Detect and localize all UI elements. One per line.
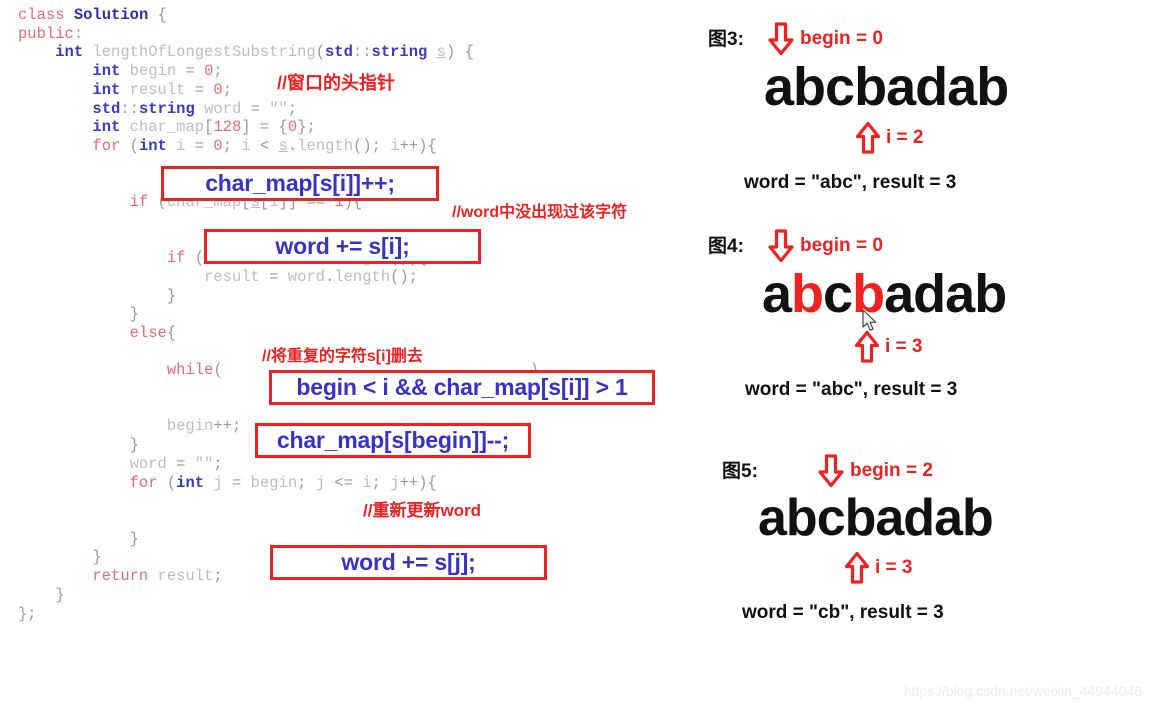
figure-5-label: 图5: — [722, 461, 758, 482]
arrow-up-icon — [856, 122, 880, 154]
figure-5-char-1: b — [785, 489, 818, 547]
figure-4-begin-pointer: begin = 0 — [768, 229, 883, 263]
figure-4-string: abcbadab — [762, 263, 1007, 325]
note-rebuild-word: //重新更新word — [363, 501, 482, 520]
figure-3-char-5: d — [915, 57, 948, 117]
figure-3-char-4: a — [886, 57, 916, 117]
figure-4-label: 图4: — [708, 236, 744, 257]
mouse-cursor-icon — [862, 309, 877, 331]
figure-4-char-5: d — [913, 264, 946, 324]
figure-3-begin-text: begin = 0 — [800, 28, 883, 49]
figure-3-i-text: i = 2 — [886, 127, 924, 148]
figure-3-char-7: b — [976, 57, 1009, 117]
highlight-char-map-decrement: char_map[s[begin]]--; — [255, 423, 531, 458]
highlight-while-condition: begin < i && char_map[s[i]] > 1 — [269, 370, 655, 405]
figure-5-string: abcbadab — [758, 488, 994, 548]
figure-5-char-3: b — [844, 489, 877, 547]
watermark: https://blog.csdn.net/weixin_44944046 — [903, 683, 1142, 699]
figure-3-label: 图3: — [708, 29, 744, 50]
figure-3-char-6: a — [947, 57, 977, 117]
figure-4-char-1: b — [791, 264, 824, 324]
figure-3-char-2: c — [825, 57, 855, 117]
figure-5-summary: word = "cb", result = 3 — [742, 602, 944, 623]
figure-3-summary: word = "abc", result = 3 — [744, 172, 957, 193]
arrow-down-icon — [818, 454, 844, 488]
figure-3-char-3: b — [854, 57, 887, 117]
figure-4-char-2: c — [823, 264, 853, 324]
figure-5-i-pointer: i = 3 — [845, 552, 913, 584]
figure-3-begin-pointer: begin = 0 — [768, 22, 883, 56]
figures-panel: 图3: begin = 0 abcbadab i = 2 word = "abc… — [700, 0, 1152, 709]
figure-3-string: abcbadab — [764, 56, 1009, 118]
figure-4-char-6: a — [945, 264, 975, 324]
figure-5-char-4: a — [875, 489, 904, 547]
figure-5: 图5: begin = 2 abcbadab i = 3 word = "cb"… — [700, 432, 1152, 652]
highlight-char-map-increment: char_map[s[i]]++; — [161, 166, 439, 201]
figure-5-char-7: b — [961, 489, 994, 547]
figure-3: 图3: begin = 0 abcbadab i = 2 word = "abc… — [700, 0, 1152, 220]
arrow-up-icon — [845, 552, 869, 584]
figure-3-char-1: b — [793, 57, 826, 117]
figure-3-i-pointer: i = 2 — [856, 122, 924, 154]
figure-5-i-text: i = 3 — [875, 557, 913, 578]
note-char-not-in-word: //word中没出现过该字符 — [452, 204, 628, 221]
figure-4: 图4: begin = 0 abcbadab i = 3 word = "abc… — [700, 207, 1152, 427]
figure-5-char-2: c — [816, 489, 846, 547]
figure-5-char-6: a — [934, 489, 963, 547]
figure-4-char-7: b — [974, 264, 1007, 324]
arrow-down-icon — [768, 229, 794, 263]
figure-4-summary: word = "abc", result = 3 — [745, 379, 958, 400]
highlight-word-append-i: word += s[i]; — [204, 229, 481, 264]
figure-5-begin-text: begin = 2 — [850, 460, 933, 481]
code-panel: class Solution { public: int lengthOfLon… — [0, 0, 700, 709]
figure-4-i-pointer: i = 3 — [855, 331, 923, 363]
note-window-head-pointer: //窗口的头指针 — [277, 73, 396, 93]
figure-5-begin-pointer: begin = 2 — [818, 454, 933, 488]
figure-4-begin-text: begin = 0 — [800, 235, 883, 256]
note-remove-duplicate: //将重复的字符s[i]删去 — [262, 348, 423, 365]
figure-4-i-text: i = 3 — [885, 336, 923, 357]
figure-4-char-0: a — [762, 264, 792, 324]
arrow-up-icon — [855, 331, 879, 363]
figure-4-char-4: a — [884, 264, 914, 324]
arrow-down-icon — [768, 22, 794, 56]
highlight-word-append-j: word += s[j]; — [270, 545, 547, 580]
figure-3-char-0: a — [764, 57, 794, 117]
figure-5-char-5: d — [903, 489, 935, 547]
figure-5-char-0: a — [758, 489, 787, 547]
